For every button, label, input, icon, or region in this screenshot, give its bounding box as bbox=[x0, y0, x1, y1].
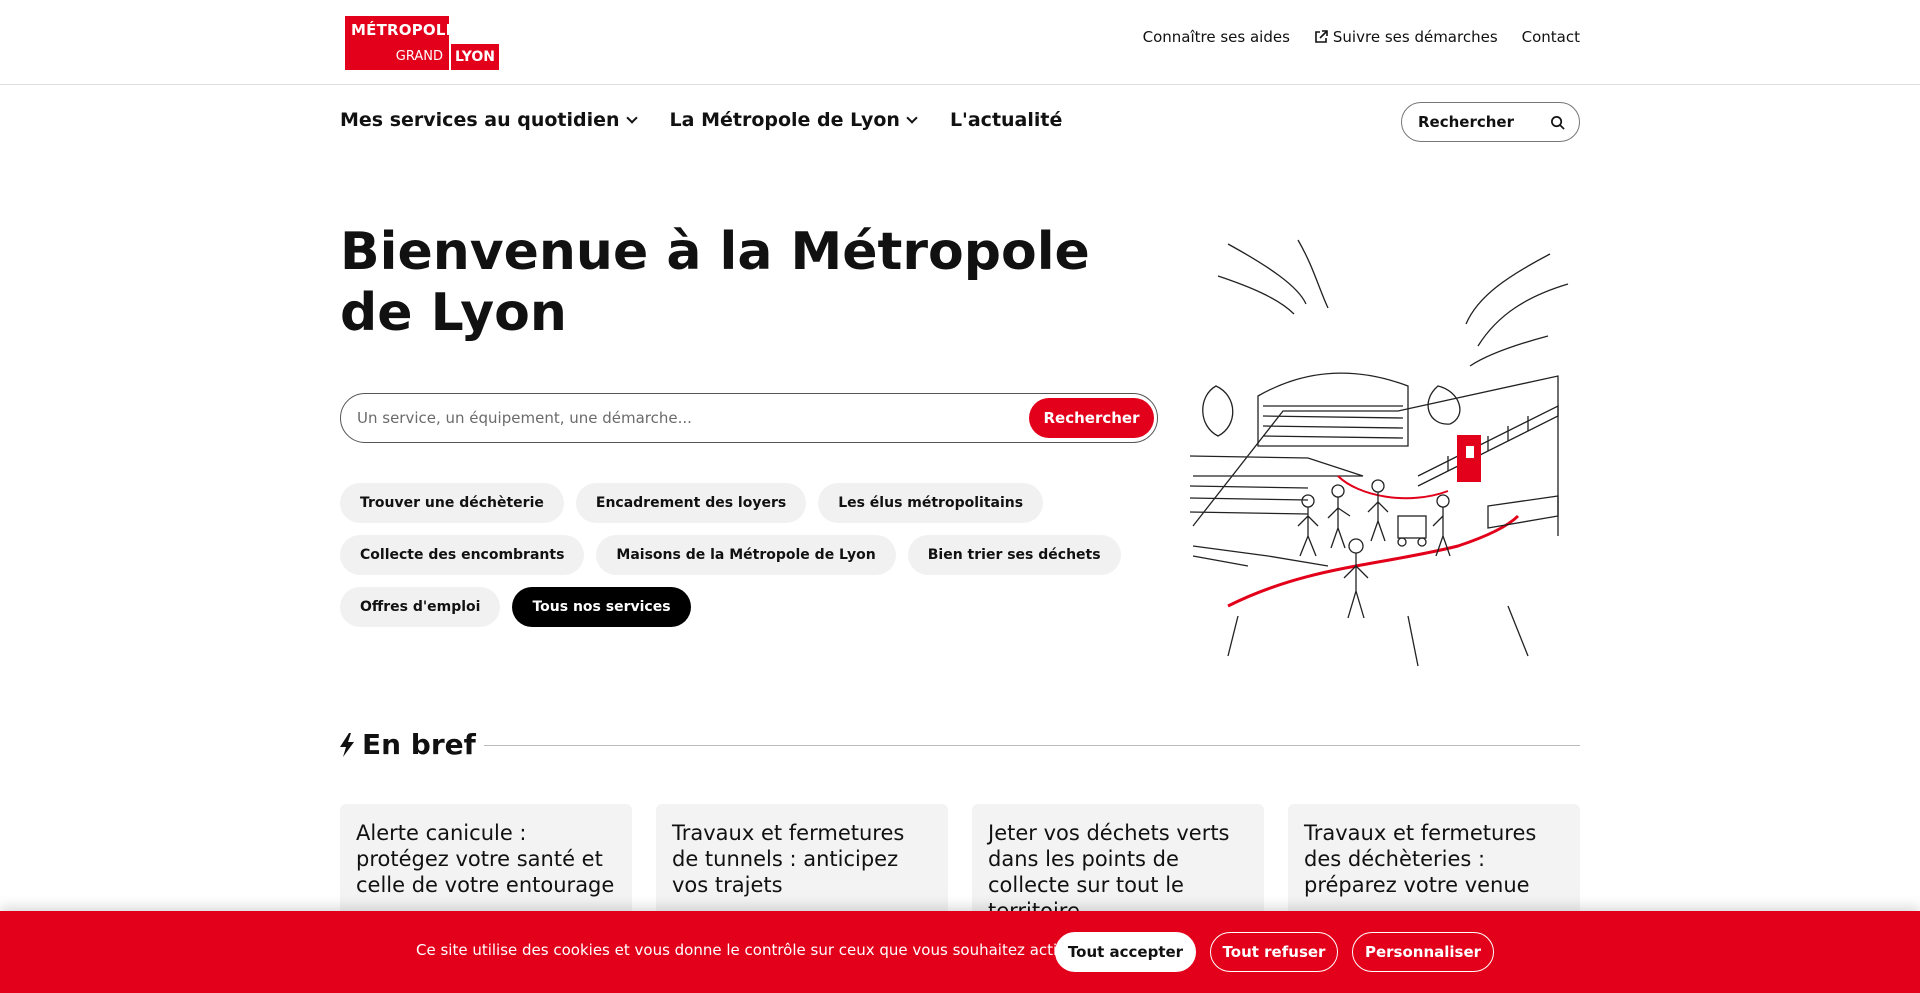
en-bref-heading: En bref bbox=[338, 728, 476, 761]
link-connaitre-aides[interactable]: Connaître ses aides bbox=[1143, 28, 1290, 46]
external-link-icon bbox=[1315, 30, 1328, 43]
chip-maisons-metropole[interactable]: Maisons de la Métropole de Lyon bbox=[596, 535, 896, 575]
link-suivre-demarches-label: Suivre ses démarches bbox=[1332, 28, 1498, 46]
chip-trouver-decheterie[interactable]: Trouver une déchèterie bbox=[340, 483, 564, 523]
metropole-logo[interactable]: MÉTROPOLE GRAND LYON bbox=[345, 16, 499, 70]
chevron-down-icon bbox=[625, 112, 638, 124]
cookie-refuse-button[interactable]: Tout refuser bbox=[1210, 932, 1338, 972]
main-search-input[interactable] bbox=[357, 406, 1017, 430]
nav-la-metropole-label: La Métropole de Lyon bbox=[669, 109, 900, 131]
main-search-button[interactable]: Rechercher bbox=[1029, 398, 1154, 438]
cookie-message: Ce site utilise des cookies et vous donn… bbox=[416, 941, 1082, 959]
hero-illustration bbox=[1189, 239, 1569, 667]
nav-la-metropole[interactable]: La Métropole de Lyon bbox=[669, 109, 918, 131]
link-suivre-demarches[interactable]: Suivre ses démarches bbox=[1314, 28, 1498, 46]
chip-collecte-encombrants[interactable]: Collecte des encombrants bbox=[340, 535, 585, 575]
link-contact[interactable]: Contact bbox=[1522, 28, 1580, 46]
nav-mes-services-label: Mes services au quotidien bbox=[340, 109, 620, 131]
header-search-button[interactable]: Rechercher bbox=[1401, 102, 1580, 142]
page-title: Bienvenue à la Métropole de Lyon bbox=[340, 222, 1090, 343]
chip-offres-emploi[interactable]: Offres d'emploi bbox=[340, 587, 501, 627]
logo-line-2: GRAND bbox=[345, 44, 449, 70]
chevron-down-icon bbox=[906, 112, 918, 124]
lightning-icon bbox=[340, 732, 354, 757]
cookie-customize-button[interactable]: Personnaliser bbox=[1352, 932, 1494, 972]
search-icon bbox=[1551, 116, 1565, 130]
nav-mes-services[interactable]: Mes services au quotidien bbox=[340, 109, 638, 131]
chip-elus-metropolitains[interactable]: Les élus métropolitains bbox=[818, 483, 1044, 523]
utility-links: Connaître ses aides Suivre ses démarches… bbox=[1143, 28, 1580, 46]
quick-links: Trouver une déchèterie Encadrement des l… bbox=[340, 483, 1160, 627]
en-bref-title: En bref bbox=[362, 728, 476, 761]
header-search-label: Rechercher bbox=[1418, 113, 1515, 131]
nav-actualite[interactable]: L'actualité bbox=[950, 109, 1062, 131]
cookie-accept-button[interactable]: Tout accepter bbox=[1055, 932, 1196, 972]
main-search-bar: Rechercher bbox=[340, 393, 1158, 443]
chip-tous-services[interactable]: Tous nos services bbox=[512, 587, 691, 627]
chip-encadrement-loyers[interactable]: Encadrement des loyers bbox=[575, 483, 807, 523]
logo-line-3: LYON bbox=[449, 44, 499, 70]
logo-line-1: MÉTROPOLE bbox=[345, 16, 456, 44]
chip-bien-trier[interactable]: Bien trier ses déchets bbox=[907, 535, 1121, 575]
main-navigation: Mes services au quotidien La Métropole d… bbox=[340, 109, 1062, 131]
section-divider bbox=[484, 745, 1580, 746]
top-header: MÉTROPOLE GRAND LYON Connaître ses aides… bbox=[0, 0, 1920, 85]
cookie-banner: Ce site utilise des cookies et vous donn… bbox=[0, 911, 1920, 993]
